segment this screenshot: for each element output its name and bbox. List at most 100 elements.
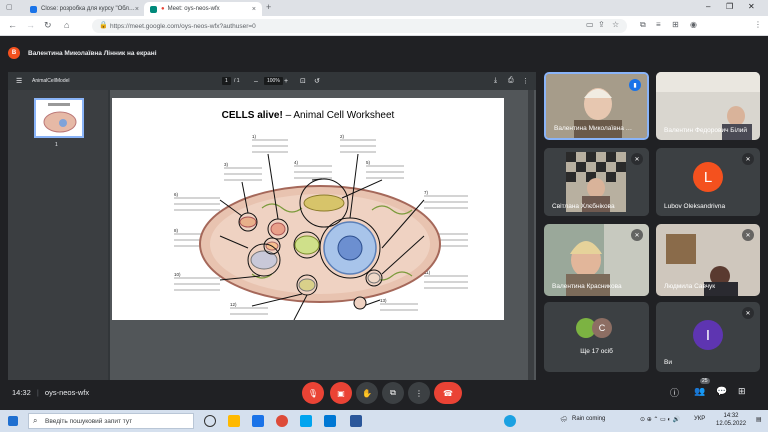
close-tab-icon[interactable]: × <box>252 6 256 13</box>
tab-search-icon[interactable]: ▢ <box>6 3 13 11</box>
participant-name: Валентин Федорович Білий <box>664 127 748 134</box>
meeting-info: 14:32 | oys-neos-wfx <box>12 388 89 397</box>
weather-label[interactable]: Rain coming <box>572 416 605 422</box>
zoom-field[interactable]: 100% <box>264 77 283 85</box>
worksheet-page: CELLS alive! – Animal Cell Worksheet 1) … <box>112 98 504 320</box>
mic-off-icon: 🎙 <box>307 388 319 398</box>
page-total: / 1 <box>234 78 240 84</box>
recording-dot-icon: ● <box>161 6 165 12</box>
pdf-menu-icon[interactable]: ☰ <box>16 77 22 85</box>
back-icon[interactable]: ← <box>8 20 17 30</box>
windows-start-icon[interactable] <box>8 416 18 426</box>
url-field[interactable]: 🔒 https://meet.google.com/oys-neos-wfx?a… <box>92 19 627 33</box>
tray-icons[interactable]: ⊙ ⊕ ⌃ ▭ ◐ 🔊 <box>640 416 680 423</box>
mail-icon[interactable] <box>324 415 336 427</box>
label-7: 7) <box>424 190 429 195</box>
participant-name: Світлана Хлєбнікова <box>552 203 615 210</box>
home-icon[interactable]: ⌂ <box>64 20 69 30</box>
participant-avatar: C <box>592 318 612 338</box>
browser-tab-meet[interactable]: ● Meet: oys-neos-wfx × <box>144 2 262 16</box>
participant-tile-speaker[interactable]: ▮ Валентина Миколаївна … <box>544 72 649 140</box>
taskbar-clock[interactable]: 14:32 12.05.2022 <box>716 412 746 428</box>
end-call-icon: ☎ <box>443 388 453 398</box>
notifications-icon[interactable]: ▤ <box>756 416 762 423</box>
chat-icon[interactable]: 💬 <box>716 386 727 397</box>
shared-screen[interactable]: ☰ AnimalCellModel 1 / 1 – 100% + ⊡ ↺ ⤓ ⎙… <box>8 72 536 380</box>
people-icon[interactable]: 👥 <box>694 386 705 397</box>
minimize-icon[interactable]: – <box>706 2 710 11</box>
new-tab-icon[interactable]: + <box>266 2 271 12</box>
fit-page-icon[interactable]: ⊡ <box>300 77 306 85</box>
pdf-more-icon[interactable]: ⋮ <box>522 77 529 85</box>
close-window-icon[interactable]: ✕ <box>748 2 755 11</box>
self-tile[interactable]: I ✕ Ви <box>656 302 760 372</box>
toggle-mic-button[interactable]: 🎙 <box>302 382 324 404</box>
chrome-icon[interactable] <box>276 415 288 427</box>
forward-icon[interactable]: → <box>26 20 35 30</box>
language-indicator[interactable]: УКР <box>694 416 705 422</box>
skype-icon[interactable] <box>504 415 516 427</box>
tab-title: Meet: oys-neos-wfx <box>167 6 220 12</box>
presenter-label: Валентина Миколаївна Лінник на екрані <box>28 49 157 57</box>
raise-hand-button[interactable]: ✋ <box>356 382 378 404</box>
page-thumbnail[interactable] <box>34 98 84 138</box>
participant-tile[interactable]: ✕ Людмила Савчук <box>656 224 760 296</box>
meeting-details-icon[interactable]: ⓘ <box>670 386 679 399</box>
edge-icon[interactable] <box>252 415 264 427</box>
collections-icon[interactable]: ⊞ <box>672 20 679 29</box>
label-1: 1) <box>252 134 257 139</box>
clock-date: 12.05.2022 <box>716 421 747 427</box>
camera-off-icon: ▣ <box>337 388 345 398</box>
reload-icon[interactable]: ↻ <box>44 20 52 31</box>
hand-icon: ✋ <box>362 388 372 398</box>
meet-favicon-icon <box>150 5 157 13</box>
search-icon: ⌕ <box>33 416 38 425</box>
more-options-button[interactable]: ⋮ <box>408 382 430 404</box>
page-number-field[interactable]: 1 <box>222 77 231 85</box>
participant-tile[interactable]: L ✕ Lubov Oleksandrivna <box>656 148 760 216</box>
bookmark-star-icon[interactable]: ☆ <box>612 20 619 29</box>
zoom-in-icon[interactable]: + <box>284 78 288 85</box>
self-label: Ви <box>664 359 672 366</box>
zoom-out-icon[interactable]: – <box>254 78 258 85</box>
leave-call-button[interactable]: ☎ <box>434 382 462 404</box>
label-2: 2) <box>340 134 345 139</box>
pdf-page-view[interactable]: CELLS alive! – Animal Cell Worksheet 1) … <box>110 90 536 380</box>
browser-tab-course[interactable]: Close: розробка для курсу "Обл… × <box>24 2 142 16</box>
browser-menu-icon[interactable]: ⋮ <box>754 20 762 29</box>
participant-tile[interactable]: ✕ Світлана Хлєбнікова <box>544 148 649 216</box>
participant-tile[interactable]: ✕ Валентина Красникова <box>544 224 649 296</box>
file-explorer-icon[interactable] <box>228 415 240 427</box>
store-icon[interactable] <box>300 415 312 427</box>
pdf-thumbnail-sidebar: 1 <box>8 90 108 380</box>
taskbar-search[interactable]: ⌕ Введіть пошуковий запит тут <box>28 413 194 429</box>
pdf-scrollbar[interactable] <box>528 90 534 380</box>
maximize-icon[interactable]: ❐ <box>726 2 733 11</box>
more-participants-tile[interactable]: C Ще 17 осіб <box>544 302 649 372</box>
task-view-icon[interactable] <box>204 415 216 427</box>
label-4: 4) <box>294 160 299 165</box>
print-icon[interactable]: ⎙ <box>508 77 514 85</box>
toggle-camera-button[interactable]: ▣ <box>330 382 352 404</box>
muted-mic-icon: ✕ <box>742 229 754 241</box>
rotate-icon[interactable]: ↺ <box>314 77 320 85</box>
profile-icon[interactable]: ◉ <box>690 20 697 29</box>
share-icon[interactable]: ⇪ <box>598 20 605 29</box>
activities-icon[interactable]: ⊞ <box>738 386 746 397</box>
word-icon[interactable] <box>350 415 362 427</box>
label-6: 6) <box>174 192 179 197</box>
participant-tile[interactable]: Валентин Федорович Білий <box>656 72 760 140</box>
reading-list-icon[interactable]: ≡ <box>656 20 661 29</box>
download-icon[interactable]: ⤓ <box>494 77 497 85</box>
present-button[interactable]: ⧉ <box>382 382 404 404</box>
participant-name: Валентина Красникова <box>552 283 622 290</box>
camera-in-use-icon[interactable]: ▭ <box>586 20 594 29</box>
participant-name: Lubov Oleksandrivna <box>664 203 726 210</box>
presenter-avatar: В <box>8 47 20 59</box>
extension-icon[interactable]: ⧉ <box>640 20 646 30</box>
weather-icon[interactable]: 🌧 <box>560 416 568 423</box>
label-5: 5) <box>366 160 371 165</box>
close-tab-icon[interactable]: × <box>135 6 139 13</box>
divider: | <box>36 388 39 397</box>
pdf-filename: AnimalCellModel <box>32 78 70 84</box>
